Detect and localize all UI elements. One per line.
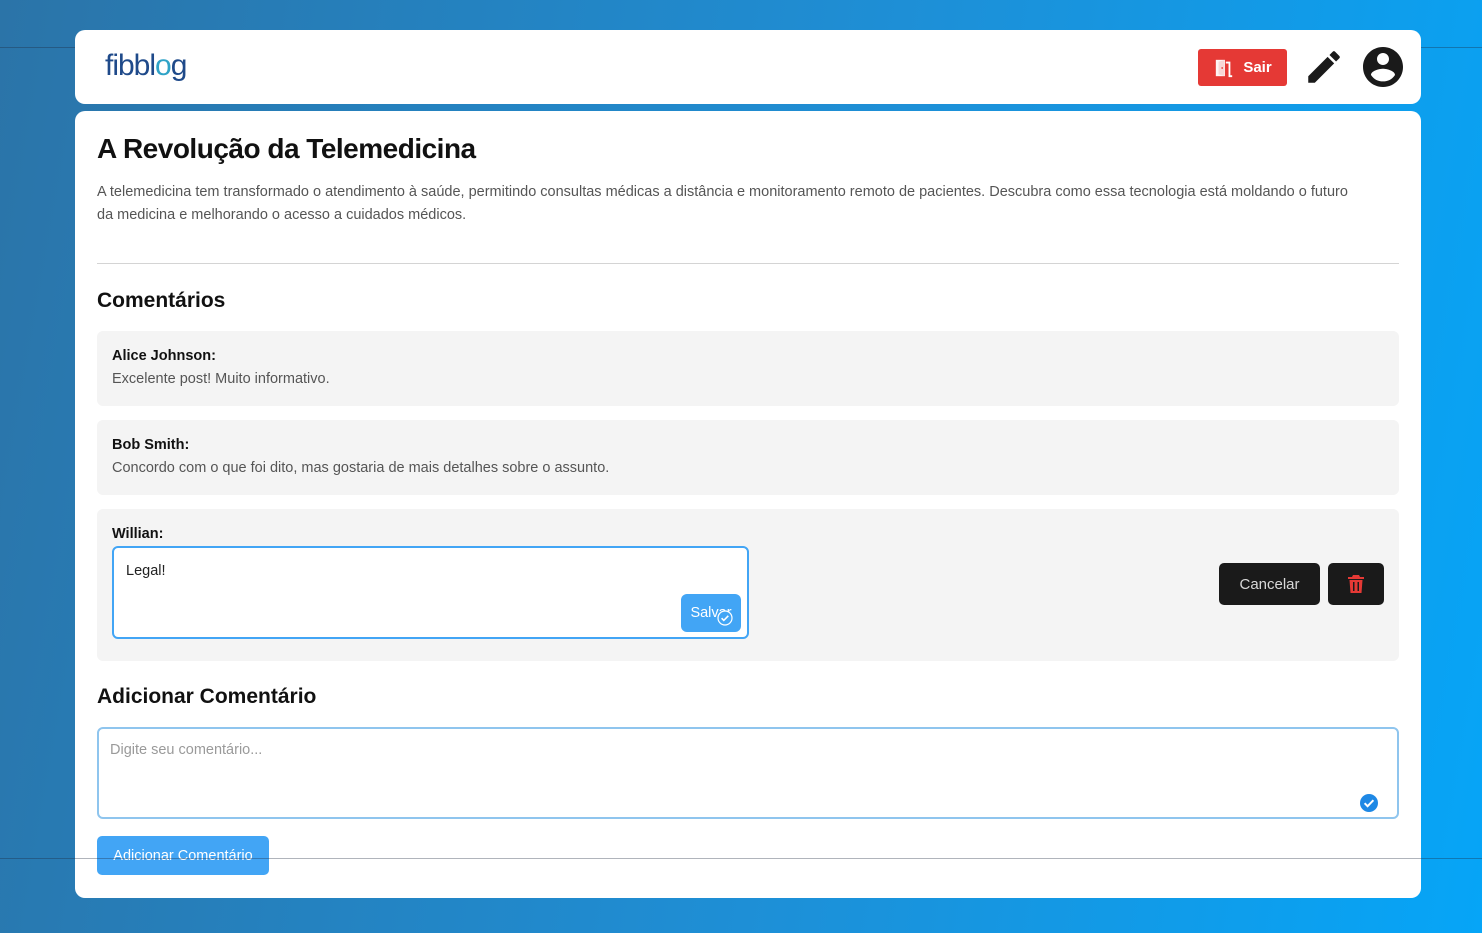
comment-text: Excelente post! Muito informativo.: [112, 371, 330, 387]
comment-author: Bob Smith:: [112, 437, 190, 453]
logout-button[interactable]: Sair: [1198, 49, 1287, 86]
door-exit-icon: [1216, 59, 1233, 77]
fibblog-logo[interactable]: fibblog: [105, 48, 187, 84]
comments-heading: Comentários: [97, 289, 226, 312]
post-card: A Revolução da Telemedicina A telemedici…: [75, 111, 1421, 898]
cancel-edit-button[interactable]: Cancelar: [1219, 563, 1320, 605]
app-header: fibblog Sair: [75, 30, 1421, 104]
post-title: A Revolução da Telemedicina: [97, 133, 476, 164]
comment-text: Concordo com o que foi dito, mas gostari…: [112, 460, 610, 476]
divider: [97, 263, 1399, 264]
edit-comment-value: Legal!: [126, 563, 166, 579]
logout-label: Sair: [1243, 59, 1272, 76]
edit-comment-field[interactable]: Legal! Salvar: [112, 546, 749, 639]
comment-author: Alice Johnson:: [112, 348, 216, 364]
window-guide-line-bottom: [0, 858, 1482, 859]
check-circle-icon: [1360, 794, 1378, 812]
save-comment-button[interactable]: Salvar: [681, 594, 741, 632]
comment-item-editing: Willian: Legal! Salvar Cancelar: [97, 509, 1399, 661]
trash-icon: [1348, 575, 1364, 593]
add-comment-button[interactable]: Adicionar Comentário: [97, 836, 269, 875]
comment-item: Bob Smith: Concordo com o que foi dito, …: [97, 420, 1399, 495]
add-comment-heading: Adicionar Comentário: [97, 685, 317, 708]
account-circle-icon[interactable]: [1359, 43, 1407, 91]
post-description: A telemedicina tem transformado o atendi…: [97, 184, 1348, 223]
comment-item: Alice Johnson: Excelente post! Muito inf…: [97, 331, 1399, 406]
delete-comment-button[interactable]: [1328, 563, 1384, 605]
pencil-icon[interactable]: [1303, 46, 1345, 88]
new-comment-input[interactable]: [97, 727, 1399, 819]
check-circle-icon: [717, 610, 733, 626]
comment-author: Willian:: [112, 526, 164, 542]
